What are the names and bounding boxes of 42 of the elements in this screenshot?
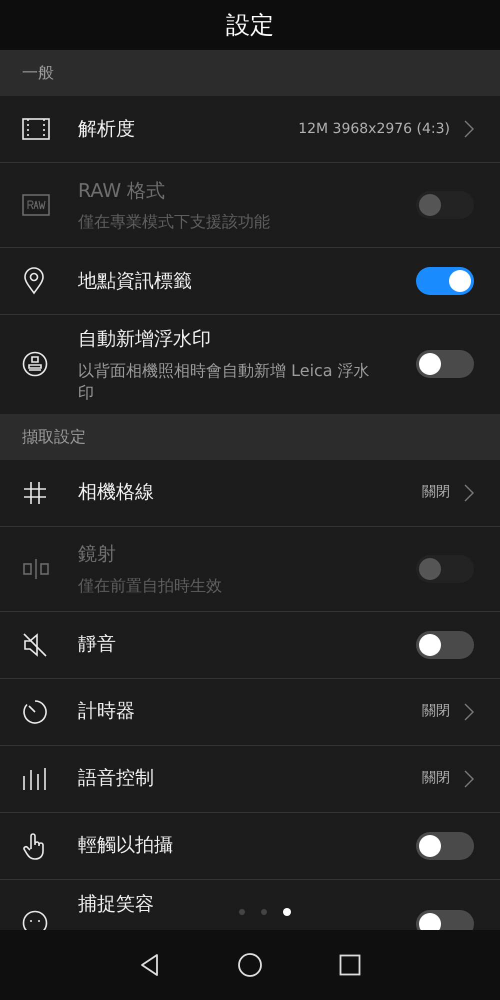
chevron-icon [464,770,474,788]
setting-label: 計時器 [78,699,136,724]
setting-description: 僅在專業模式下支援該功能 [78,211,271,234]
setting-value[interactable]: 12M 3968x2976 (4:3) [298,118,450,140]
mute-icon [22,632,48,658]
recents-square-icon [339,954,361,976]
section-header: 擷取設定 [22,426,86,448]
setting-label: 地點資訊標籤 [78,268,193,294]
toggle-switch[interactable] [416,350,474,378]
mirror-icon [22,558,50,580]
section-header: 一般 [22,62,54,84]
smile-icon [22,910,48,930]
setting-value[interactable]: 關閉 [422,701,450,722]
setting-label: 輕觸以拍攝 [78,833,174,858]
toggle-switch[interactable] [416,267,474,295]
timer-icon [22,698,48,724]
raw-icon [22,194,50,216]
setting-value[interactable]: 關閉 [422,482,450,503]
setting-label: 語音控制 [78,766,155,792]
setting-label: 相機格線 [78,480,155,506]
setting-label: 靜音 [78,632,117,658]
toggle-switch[interactable] [416,630,474,658]
screen-title: 設定 [226,10,274,41]
setting-label: 捕捉笑容 [78,892,155,916]
chevron-icon [464,120,474,138]
setting-label: 解析度 [78,116,136,142]
setting-label: 鏡射 [78,542,117,568]
grid-icon [22,480,48,506]
toggle-switch[interactable] [416,910,474,930]
chevron-icon [464,484,474,502]
chevron-icon [464,702,474,720]
voice-bars-icon [22,766,48,792]
toggle-switch[interactable] [416,832,474,860]
setting-value[interactable]: 關閉 [422,768,450,789]
stamp-icon [22,351,48,378]
setting-description: 僅在前置自拍時生效 [78,574,223,597]
setting-description: 以背面相機照相時會自動新增 Leica 浮水印 [78,360,371,404]
setting-label: RAW 格式 [78,178,166,204]
film-icon [22,118,50,140]
setting-label: 自動新增浮水印 [78,327,212,352]
home-circle-icon [237,952,263,978]
location-pin-icon [22,267,46,295]
